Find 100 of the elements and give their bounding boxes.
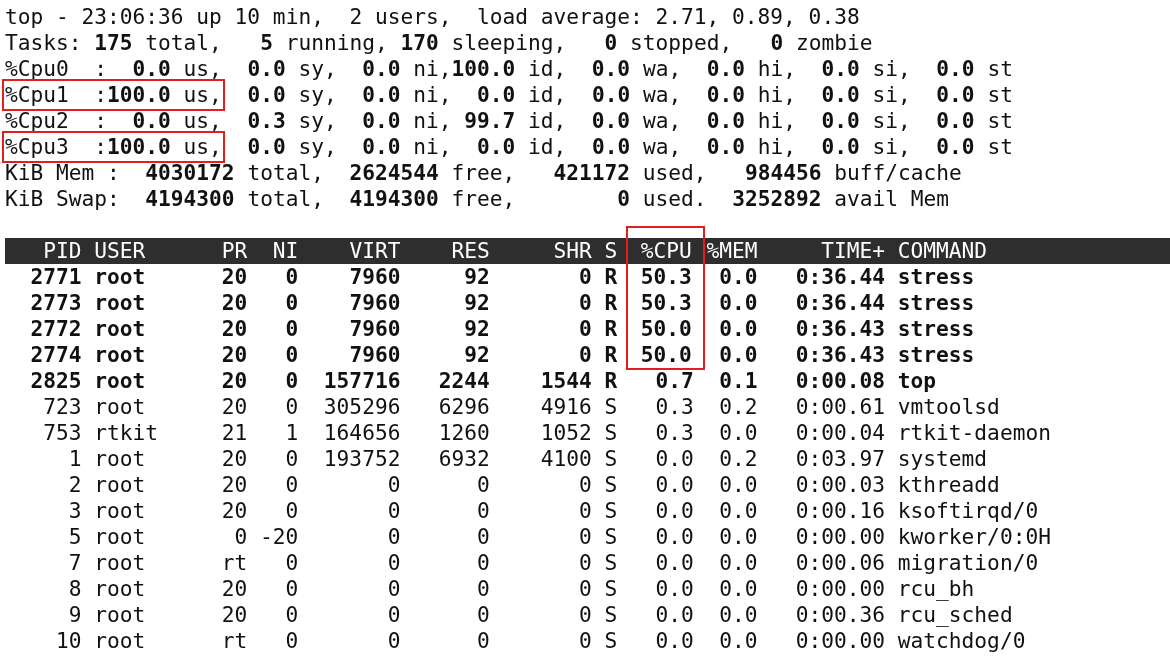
- table-cell-text: 0: [386, 628, 401, 654]
- table-cell-text: 0: [577, 290, 592, 316]
- table-cell-text: S: [603, 472, 618, 498]
- table-cell-text: rtkit: [93, 420, 160, 446]
- table-cell-text: 0: [577, 316, 592, 342]
- table-cell-text: rt: [220, 550, 248, 576]
- table-cell-text: 0.0: [718, 290, 758, 316]
- table-cell-text: stress: [896, 290, 976, 316]
- table-cell-text: 0: [233, 524, 248, 550]
- table-cell-text: 20: [220, 290, 248, 316]
- table-cell: 50.3: [626, 290, 705, 316]
- table-cell-text: 0: [475, 524, 490, 550]
- table-cell-text: 0: [577, 264, 592, 290]
- table-cell: 50.3: [626, 264, 705, 290]
- column-header: %CPU: [626, 226, 705, 264]
- table-cell-text: 2772: [29, 316, 82, 342]
- cpu-stats-text: 0.0 sy, 0.0 ni, 0.0 id, 0.0 wa, 0.0 hi, 0.0 si, 0.0 st: [246, 82, 1013, 107]
- table-cell-text: 0: [577, 550, 592, 576]
- table-cell-text: 1260: [437, 420, 490, 446]
- table-cell-text: 0: [284, 628, 299, 654]
- table-cell-text: 0:00.61: [794, 394, 886, 420]
- table-cell-text: 21: [220, 420, 248, 446]
- table-cell-text: 0:00.00: [794, 576, 886, 602]
- table-cell-text: 0: [577, 498, 592, 524]
- table-cell-text: rcu_sched: [896, 602, 1014, 628]
- table-cell-text: 753: [42, 420, 82, 446]
- table-cell-text: 6296: [437, 394, 490, 420]
- table-cell-text: 20: [220, 498, 248, 524]
- table-cell-text: top: [896, 368, 938, 394]
- table-cell-text: 157716: [322, 368, 401, 394]
- table-cell-text: 7960: [348, 316, 401, 342]
- table-cell-text: migration/0: [896, 550, 1040, 576]
- table-cell-text: 0:03.97: [794, 446, 886, 472]
- table-cell-text: 0.0: [718, 628, 758, 654]
- table-cell-text: 0: [386, 472, 401, 498]
- table-cell-text: 1052: [539, 420, 592, 446]
- table-cell-text: 0: [577, 524, 592, 550]
- table-cell-text: 0: [284, 368, 299, 394]
- table-cell-text: 20: [220, 472, 248, 498]
- table-cell-text: 0.0: [718, 316, 758, 342]
- column-header: RES: [450, 238, 490, 264]
- table-cell-text: R: [603, 368, 618, 394]
- table-cell-text: 0:00.36: [794, 602, 886, 628]
- table-cell-text: R: [603, 316, 618, 342]
- table-cell-text: 0: [475, 498, 490, 524]
- table-cell-text: 305296: [322, 394, 401, 420]
- table-cell-text: 0: [386, 602, 401, 628]
- table-cell-text: 193752: [322, 446, 401, 472]
- table-cell-text: 20: [220, 264, 248, 290]
- table-cell-text: 0:36.43: [794, 316, 886, 342]
- table-cell-text: 2825: [29, 368, 82, 394]
- table-cell-text: 6932: [437, 446, 490, 472]
- table-cell-text: 0:36.44: [794, 264, 886, 290]
- table-cell-text: 9: [67, 602, 82, 628]
- table-cell-text: 0: [284, 550, 299, 576]
- table-cell-text: -20: [259, 524, 299, 550]
- table-cell-text: watchdog/0: [896, 628, 1027, 654]
- cpu-usage-text: %Cpu0 : 0.0 us,: [5, 56, 222, 82]
- table-cell-text: 2: [67, 472, 82, 498]
- table-cell-text: 1544: [539, 368, 592, 394]
- table-cell-text: 0: [284, 316, 299, 342]
- table-cell-text: 7960: [348, 264, 401, 290]
- table-cell-text: 0.0: [654, 576, 694, 602]
- table-cell-text: 7960: [348, 342, 401, 368]
- table-cell-text: 0: [284, 498, 299, 524]
- table-cell-text: root: [93, 316, 147, 342]
- table-cell-text: 0.1: [718, 368, 758, 394]
- table-cell-text: root: [93, 264, 147, 290]
- table-cell-text: 4916: [539, 394, 592, 420]
- table-cell-text: 0.0: [718, 550, 758, 576]
- table-cell-text: S: [603, 446, 618, 472]
- table-cell-text: 2771: [29, 264, 82, 290]
- table-cell-text: R: [603, 290, 618, 316]
- table-cell-text: stress: [896, 342, 976, 368]
- table-cell-text: 0: [475, 602, 490, 628]
- table-cell-text: 8: [67, 576, 82, 602]
- table-cell-text: 0.0: [654, 602, 694, 628]
- table-cell-text: 723: [42, 394, 82, 420]
- table-cell-text: 0: [284, 264, 299, 290]
- table-cell-text: 0:00.08: [794, 368, 886, 394]
- column-header: PR: [220, 238, 248, 264]
- table-cell: 50.0: [626, 342, 705, 370]
- table-cell-text: 92: [463, 264, 490, 290]
- table-cell-text: 20: [220, 368, 248, 394]
- table-cell-text: 3: [67, 498, 82, 524]
- cpu-usage-text: %Cpu2 : 0.0 us,: [5, 108, 222, 134]
- cpu-stats-text: 0.3 sy, 0.0 ni, 99.7 id, 0.0 wa, 0.0 hi, 0.0 si, 0.0 st: [246, 108, 1013, 133]
- table-cell-text: root: [93, 550, 147, 576]
- table-cell-text: vmtoolsd: [896, 394, 1001, 420]
- table-cell: 50.0: [626, 316, 705, 342]
- table-cell-text: 0.0: [654, 550, 694, 576]
- table-cell-text: 0:00.00: [794, 628, 886, 654]
- table-cell-text: root: [93, 498, 147, 524]
- table-cell-text: 0.0: [654, 472, 694, 498]
- table-cell-text: 1: [284, 420, 299, 446]
- table-cell-text: 0:00.16: [794, 498, 886, 524]
- table-cell-text: 0: [284, 576, 299, 602]
- table-cell-text: root: [93, 394, 147, 420]
- table-cell-text: 0: [475, 628, 490, 654]
- table-cell-text: S: [603, 524, 618, 550]
